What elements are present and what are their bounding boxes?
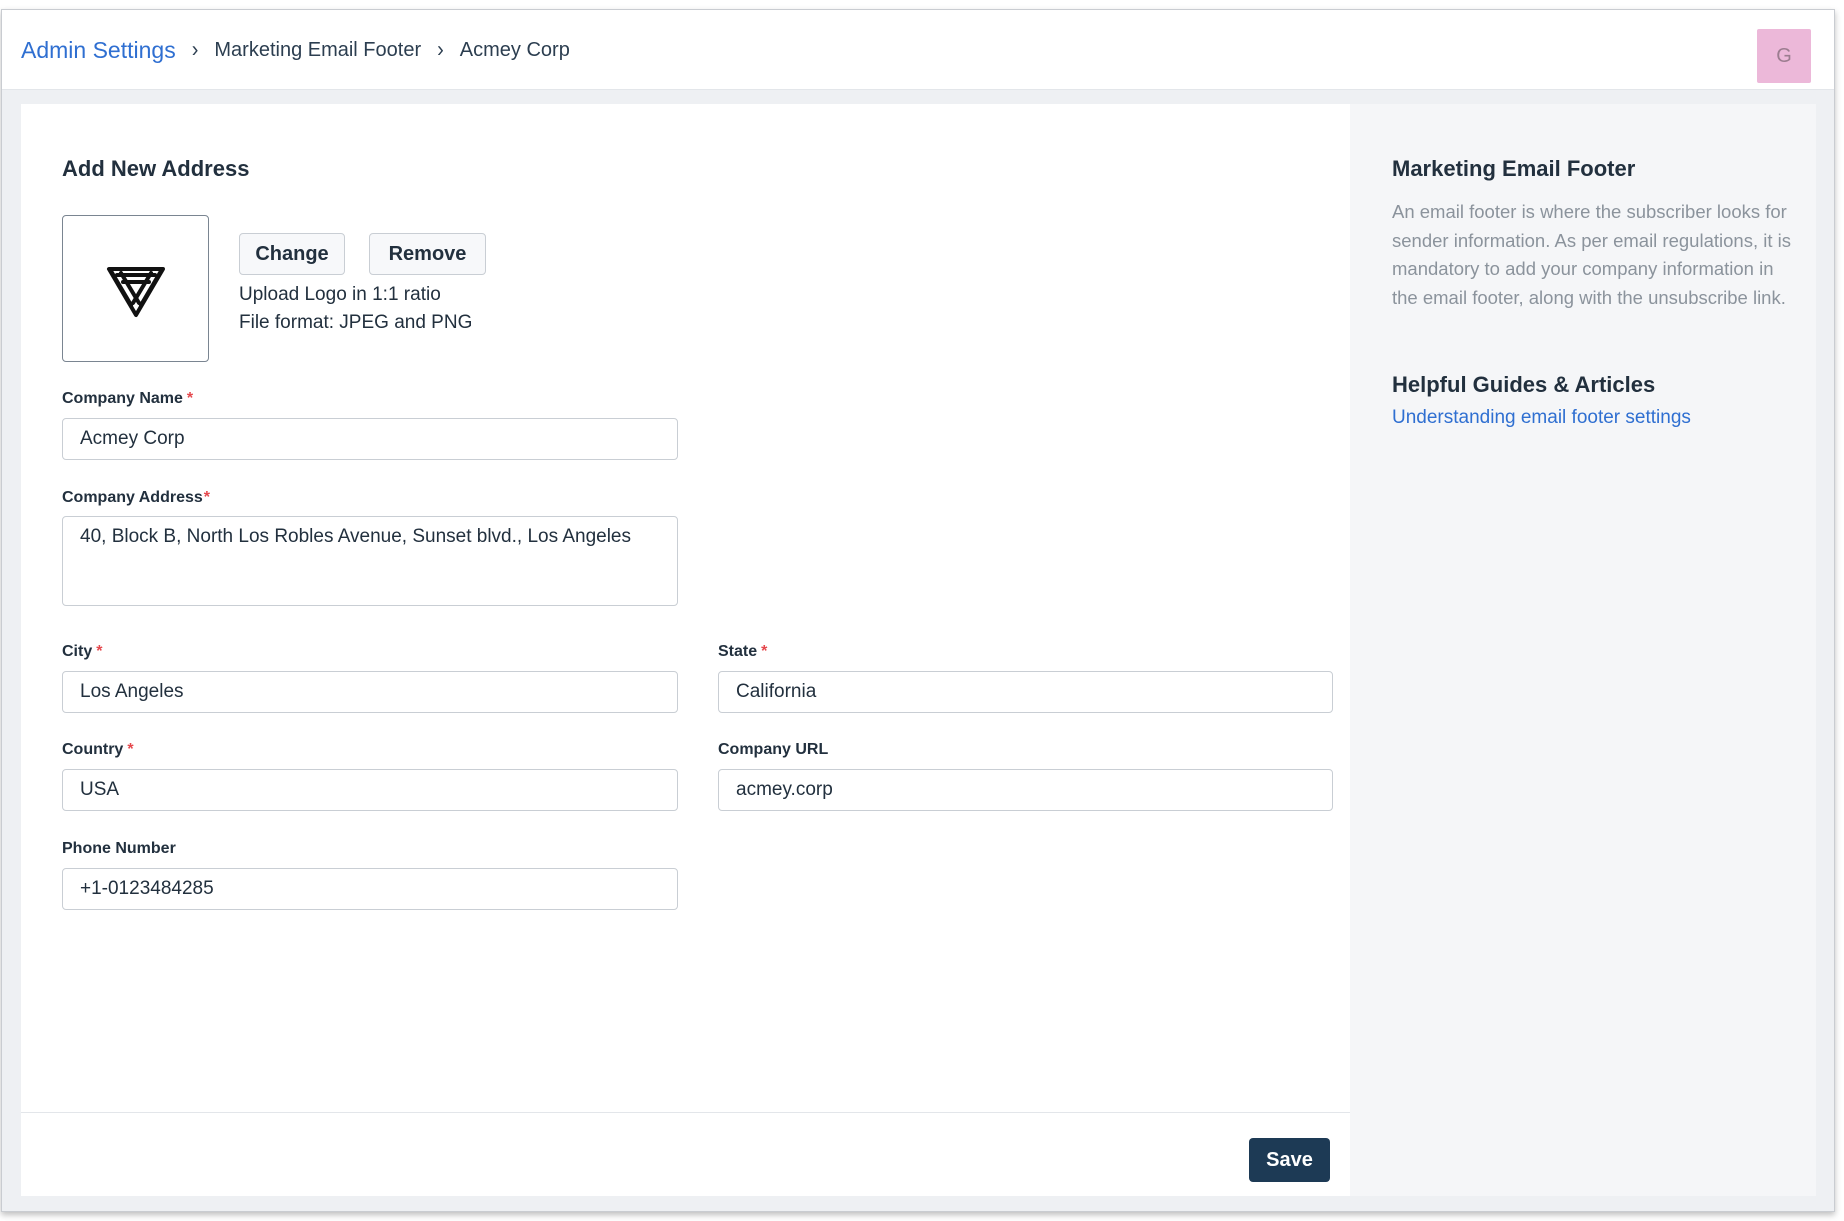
top-bar: Admin Settings › Marketing Email Footer …	[2, 10, 1834, 90]
breadcrumb: Admin Settings › Marketing Email Footer …	[21, 10, 570, 90]
country-input[interactable]: USA	[62, 769, 678, 811]
city-input[interactable]: Los Angeles	[62, 671, 678, 713]
state-label: State *	[718, 643, 768, 660]
phone-number-input[interactable]: +1-0123484285	[62, 868, 678, 910]
company-address-textarea[interactable]: 40, Block B, North Los Robles Avenue, Su…	[62, 516, 678, 606]
upload-ratio-hint: Upload Logo in 1:1 ratio	[239, 284, 441, 305]
user-avatar[interactable]: G	[1757, 29, 1811, 83]
breadcrumb-admin-settings-link[interactable]: Admin Settings	[21, 37, 176, 64]
guide-link-email-footer-settings[interactable]: Understanding email footer settings	[1392, 407, 1691, 429]
required-marker: *	[203, 489, 211, 506]
logo-preview	[62, 215, 209, 362]
help-side-panel: Marketing Email Footer An email footer i…	[1350, 104, 1816, 1196]
required-marker: *	[761, 643, 768, 660]
helpful-guides-title: Helpful Guides & Articles	[1392, 372, 1656, 397]
required-marker: *	[96, 643, 103, 660]
country-label: Country *	[62, 741, 134, 758]
company-url-label: Company URL	[718, 741, 829, 758]
company-address-label: Company Address*	[62, 489, 211, 506]
breadcrumb-current-page: Acmey Corp	[459, 38, 570, 61]
company-logo-icon	[106, 266, 165, 317]
form-title: Add New Address	[62, 156, 250, 181]
footer-divider	[21, 1112, 1350, 1113]
side-panel-description: An email footer is where the subscriber …	[1392, 201, 1791, 308]
chevron-right-icon: ›	[191, 37, 199, 62]
company-name-input[interactable]: Acmey Corp	[62, 418, 678, 460]
chevron-right-icon: ›	[437, 37, 444, 62]
address-form-card: Add New Address Change Remove Upload Log…	[21, 104, 1350, 1196]
city-label: City *	[62, 643, 103, 660]
state-input[interactable]: California	[718, 671, 1333, 713]
company-url-input[interactable]: acmey.corp	[718, 769, 1333, 811]
phone-number-label: Phone Number	[62, 840, 176, 857]
upload-format-hint: File format: JPEG and PNG	[239, 312, 473, 333]
remove-logo-button[interactable]: Remove	[369, 233, 486, 275]
change-logo-button[interactable]: Change	[239, 233, 345, 275]
app-window: Admin Settings › Marketing Email Footer …	[1, 9, 1835, 1212]
required-marker: *	[186, 390, 194, 407]
company-name-label: Company Name *	[62, 390, 194, 407]
required-marker: *	[127, 741, 134, 758]
breadcrumb-marketing-email-footer[interactable]: Marketing Email Footer	[214, 39, 421, 62]
side-panel-title: Marketing Email Footer	[1392, 156, 1636, 181]
save-button[interactable]: Save	[1249, 1138, 1330, 1182]
